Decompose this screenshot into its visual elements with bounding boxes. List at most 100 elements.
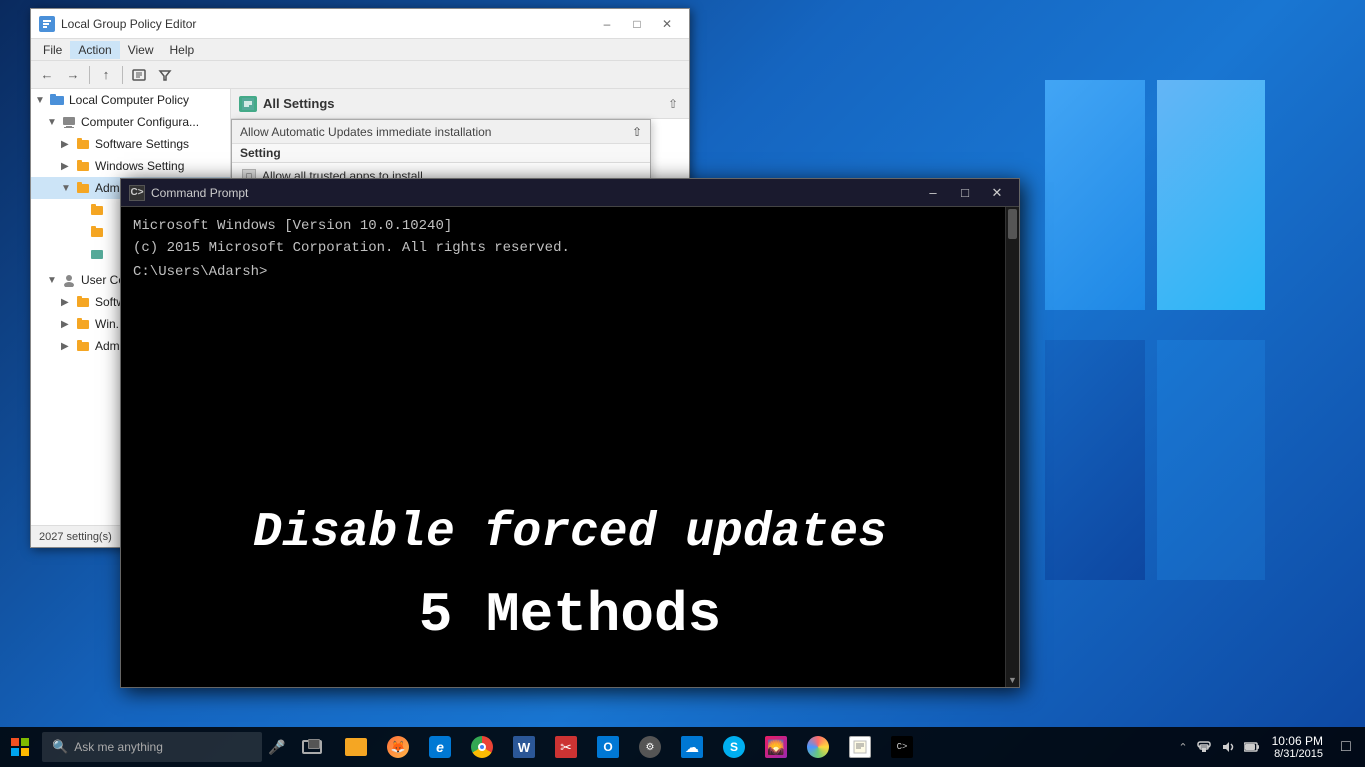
taskbar: 🔍 Ask me anything 🎤 🦊 e <box>0 727 1365 767</box>
cortana-mic-button[interactable]: 🎤 <box>262 732 292 762</box>
taskbar-app-skype[interactable]: S <box>714 727 754 767</box>
tray-battery-icon[interactable] <box>1240 727 1264 767</box>
gpe-close-button[interactable]: ✕ <box>653 14 681 34</box>
taskbar-app-outlook[interactable]: O <box>588 727 628 767</box>
taskbar-app-edge[interactable]: e <box>420 727 460 767</box>
cmd-body: Microsoft Windows [Version 10.0.10240] (… <box>121 207 1019 687</box>
gpe-titlebar: Local Group Policy Editor – □ ✕ <box>31 9 689 39</box>
taskbar-app-word[interactable]: W <box>504 727 544 767</box>
tree-label-root: Local Computer Policy <box>69 93 189 107</box>
tree-item-computer-config[interactable]: ▼ Computer Configura... <box>31 111 230 133</box>
windows-logo-desktop <box>1045 80 1265 580</box>
tree-icon-at-sub3 <box>89 246 105 262</box>
tree-icon-uc <box>61 272 77 288</box>
policy-collapse-icon[interactable]: ⇧ <box>632 125 642 139</box>
tree-label-ws: Windows Setting <box>95 159 184 173</box>
taskbar-apps: 🦊 e W ✂ O ⚙ ☁ <box>336 727 922 767</box>
tree-arrow-uc-win: ▶ <box>61 319 75 330</box>
tree-label-at-sub1 <box>109 203 112 217</box>
status-count: 2027 setting(s) <box>39 531 112 543</box>
toolbar-filter-button[interactable] <box>153 64 177 86</box>
cmd-prompt: C:\Users\Adarsh> <box>133 264 1007 280</box>
tree-icon-uc-soft <box>75 294 91 310</box>
start-button[interactable] <box>0 727 40 767</box>
cmd-line-1: Microsoft Windows [Version 10.0.10240] <box>133 215 1007 237</box>
tree-icon-root <box>49 92 65 108</box>
taskbar-app-colorful[interactable] <box>798 727 838 767</box>
tree-icon-sw <box>75 136 91 152</box>
tree-arrow-at: ▼ <box>61 183 75 194</box>
menu-file[interactable]: File <box>35 41 70 59</box>
taskbar-app-snip[interactable]: ✂ <box>546 727 586 767</box>
policy-dropdown-header: Allow Automatic Updates immediate instal… <box>232 120 650 144</box>
tray-expand-button[interactable]: ⌃ <box>1174 741 1191 754</box>
cmd-scroll-down[interactable]: ▼ <box>1006 673 1019 687</box>
all-settings-close-button[interactable]: ⇧ <box>665 96 681 112</box>
notification-button[interactable]: □ <box>1331 727 1361 767</box>
clock-date: 8/31/2015 <box>1274 748 1323 760</box>
tree-icon-ws <box>75 158 91 174</box>
gpe-maximize-button[interactable]: □ <box>623 14 651 34</box>
toolbar-properties-button[interactable] <box>127 64 151 86</box>
all-settings-header: All Settings ⇧ <box>231 89 689 119</box>
taskbar-search[interactable]: 🔍 Ask me anything <box>42 732 262 762</box>
tree-icon-at-sub2 <box>89 224 105 240</box>
tree-arrow-ws: ▶ <box>61 161 75 172</box>
cmd-titlebar: C> Command Prompt – □ ✕ <box>121 179 1019 207</box>
tree-icon-at-sub1 <box>89 202 105 218</box>
tree-label-cc: Computer Configura... <box>81 115 199 129</box>
gpe-title: Local Group Policy Editor <box>61 17 593 31</box>
tree-arrow-root: ▼ <box>35 95 49 106</box>
overlay-subtitle: 5 Methods <box>121 583 1019 647</box>
taskbar-app-photos[interactable]: 🌄 <box>756 727 796 767</box>
taskbar-app-chrome[interactable] <box>462 727 502 767</box>
cmd-close-button[interactable]: ✕ <box>983 183 1011 203</box>
tray-network-icon[interactable] <box>1192 727 1216 767</box>
menu-help[interactable]: Help <box>162 41 203 59</box>
cmd-window-controls: – □ ✕ <box>919 183 1011 203</box>
toolbar-separator-1 <box>89 66 90 84</box>
taskbar-clock[interactable]: 10:06 PM 8/31/2015 <box>1264 727 1331 767</box>
cmd-overlay: Disable forced updates 5 Methods <box>121 505 1019 647</box>
toolbar-separator-2 <box>122 66 123 84</box>
cmd-title: Command Prompt <box>151 186 919 200</box>
gpe-window-controls: – □ ✕ <box>593 14 681 34</box>
tree-arrow-uc-adm: ▶ <box>61 341 75 352</box>
tray-volume-icon[interactable] <box>1216 727 1240 767</box>
toolbar-up-button[interactable]: ↑ <box>94 64 118 86</box>
tree-icon-uc-adm <box>75 338 91 354</box>
menu-action[interactable]: Action <box>70 41 119 59</box>
search-placeholder: Ask me anything <box>74 740 163 754</box>
tree-arrow-sw: ▶ <box>61 139 75 150</box>
cmd-minimize-button[interactable]: – <box>919 183 947 203</box>
cmd-scrollbar[interactable]: ▲ ▼ <box>1005 207 1019 687</box>
search-icon: 🔍 <box>52 739 68 755</box>
cmd-window-icon: C> <box>129 185 145 201</box>
toolbar-back-button[interactable]: ← <box>35 64 59 86</box>
cmd-scroll-thumb[interactable] <box>1008 209 1017 239</box>
toolbar-forward-button[interactable]: → <box>61 64 85 86</box>
all-settings-label: All Settings <box>263 96 335 111</box>
menu-view[interactable]: View <box>120 41 162 59</box>
tree-item-root[interactable]: ▼ Local Computer Policy <box>31 89 230 111</box>
policy-selected-name: Allow Automatic Updates immediate instal… <box>240 125 491 139</box>
cmd-window: C> Command Prompt – □ ✕ Microsoft Window… <box>120 178 1020 688</box>
cmd-line-2: (c) 2015 Microsoft Corporation. All righ… <box>133 237 1007 259</box>
cmd-maximize-button[interactable]: □ <box>951 183 979 203</box>
taskbar-app-firefox[interactable]: 🦊 <box>378 727 418 767</box>
taskbar-app-explorer[interactable] <box>336 727 376 767</box>
overlay-title: Disable forced updates <box>121 505 1019 563</box>
tree-icon-uc-win <box>75 316 91 332</box>
tree-arrow-cc: ▼ <box>47 117 61 128</box>
gpe-minimize-button[interactable]: – <box>593 14 621 34</box>
tree-item-software[interactable]: ▶ Software Settings <box>31 133 230 155</box>
taskbar-app-spin[interactable]: ⚙ <box>630 727 670 767</box>
taskbar-app-onedrive[interactable]: ☁ <box>672 727 712 767</box>
taskbar-app-notepad[interactable] <box>840 727 880 767</box>
tree-arrow-uc: ▼ <box>47 275 61 286</box>
taskbar-taskview-button[interactable] <box>292 727 332 767</box>
tree-item-windows-settings[interactable]: ▶ Windows Setting <box>31 155 230 177</box>
system-tray: ⌃ 10:06 PM 8/31/2015 □ <box>1174 727 1365 767</box>
taskbar-app-cmd[interactable]: C> <box>882 727 922 767</box>
settings-col-header: Setting <box>240 146 281 160</box>
